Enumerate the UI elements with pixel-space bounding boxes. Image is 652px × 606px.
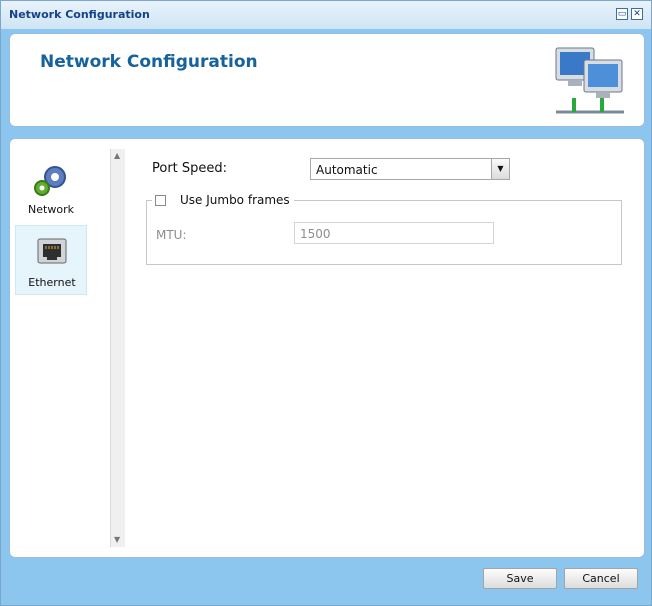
gears-icon xyxy=(34,166,66,196)
vertical-scrollbar[interactable]: ▲ ▼ xyxy=(110,149,125,547)
page-title: Network Configuration xyxy=(40,52,258,72)
jumbo-frames-checkbox[interactable] xyxy=(155,195,166,206)
save-button[interactable]: Save xyxy=(483,568,557,589)
port-speed-label: Port Speed: xyxy=(152,161,228,176)
mtu-value: 1500 xyxy=(300,227,331,241)
main-panel: Network Ethernet ▲ ▼ Port Speed: Automat… xyxy=(9,138,645,558)
scroll-up-icon[interactable]: ▲ xyxy=(114,151,120,160)
title-bar[interactable]: Network Configuration ▭ ✕ xyxy=(1,1,651,29)
sidebar-item-network[interactable]: Network xyxy=(15,153,87,223)
chevron-down-icon[interactable]: ▼ xyxy=(491,159,509,179)
scroll-down-icon[interactable]: ▼ xyxy=(114,535,120,544)
mtu-label: MTU: xyxy=(156,228,187,242)
dialog-window: Network Configuration ▭ ✕ Network Config… xyxy=(0,0,652,606)
network-computers-icon xyxy=(555,47,624,114)
header-panel: Network Configuration xyxy=(9,33,645,127)
close-icon[interactable]: ✕ xyxy=(631,8,643,20)
jumbo-frames-legend: Use Jumbo frames xyxy=(152,193,294,207)
jumbo-frames-label[interactable]: Use Jumbo frames xyxy=(180,193,290,207)
mtu-field: 1500 xyxy=(294,222,494,244)
sidebar-item-label: Ethernet xyxy=(28,276,76,289)
window-title: Network Configuration xyxy=(9,8,150,21)
cancel-button[interactable]: Cancel xyxy=(564,568,638,589)
ethernet-port-icon xyxy=(37,238,67,264)
port-speed-value: Automatic xyxy=(316,163,378,177)
sidebar-item-ethernet[interactable]: Ethernet xyxy=(15,225,87,295)
sidebar-item-label: Network xyxy=(28,203,74,216)
maximize-icon[interactable]: ▭ xyxy=(616,8,628,20)
port-speed-select[interactable]: Automatic ▼ xyxy=(310,158,510,180)
